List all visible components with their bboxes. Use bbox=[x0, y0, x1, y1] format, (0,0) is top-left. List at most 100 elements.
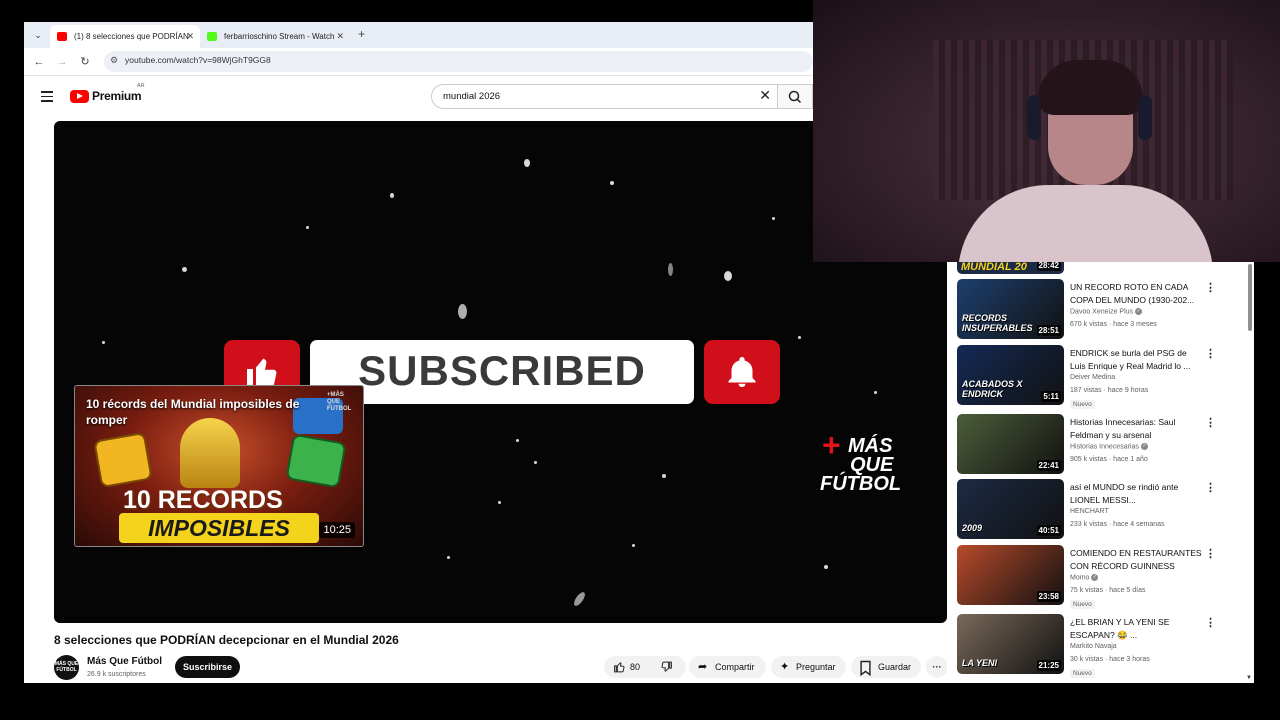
subscriber-count: 26.9 k suscriptores bbox=[87, 671, 146, 678]
verified-icon: ✓ bbox=[1091, 574, 1099, 581]
like-dislike-group: 80 bbox=[604, 656, 686, 678]
tab-kick-stream[interactable]: ferbarrioschino Stream - Watch ✕ bbox=[200, 25, 350, 48]
recommendation-title[interactable]: UN RECORD ROTO EN CADA COPA DEL MUNDO (1… bbox=[1070, 281, 1202, 306]
search-input[interactable]: mundial 2026 ✕ bbox=[431, 84, 778, 109]
tab-close-icon[interactable]: ✕ bbox=[186, 25, 194, 48]
tab-youtube[interactable]: (1) 8 selecciones que PODRÍAN ✕ bbox=[50, 25, 200, 48]
webcam-overlay bbox=[813, 0, 1280, 262]
share-label: Compartir bbox=[715, 662, 755, 672]
subscribed-text: SUBSCRIBED bbox=[358, 347, 646, 394]
tab-strip: ⌄ (1) 8 selecciones que PODRÍAN ✕ ferbar… bbox=[24, 22, 813, 48]
video-duration: 22:41 bbox=[1036, 460, 1061, 471]
channel-name[interactable]: Más Que Fútbol bbox=[87, 656, 162, 667]
recommendation-item[interactable]: 22:41 Historias Innecesarias: Saul Feldma… bbox=[957, 414, 1247, 476]
video-duration: 23:58 bbox=[1036, 591, 1061, 602]
headset-left bbox=[1027, 95, 1041, 140]
thumbnail-text: 2009 bbox=[962, 523, 983, 533]
channel-name: Deiver Medina bbox=[1070, 374, 1116, 381]
reload-icon[interactable]: ↻ bbox=[77, 54, 93, 70]
ask-label: Preguntar bbox=[796, 662, 836, 672]
dislike-icon[interactable] bbox=[660, 656, 673, 683]
verified-icon: ✓ bbox=[1140, 443, 1148, 450]
more-options-icon[interactable]: ⋮ bbox=[1205, 416, 1216, 429]
more-actions-button[interactable]: ··· bbox=[926, 656, 948, 678]
recommendation-meta: 30 k vistas · hace 3 horas bbox=[1070, 656, 1150, 663]
ask-button[interactable]: ✦ Preguntar bbox=[771, 656, 846, 678]
scrollbar-thumb[interactable] bbox=[1248, 264, 1252, 331]
back-icon[interactable]: ← bbox=[31, 54, 47, 70]
youtube-favicon-icon bbox=[57, 32, 67, 41]
recommendation-channel[interactable]: Historias Innecesarias ✓ bbox=[1070, 443, 1148, 450]
more-options-icon[interactable]: ⋮ bbox=[1205, 281, 1216, 294]
recommendation-item[interactable]: 2009 40:51 así el MUNDO se rindió ante LIO… bbox=[957, 479, 1247, 541]
recommendation-item[interactable]: LA YENI 21:25 ¿EL BRIAN Y LA YENI SE ESCAP… bbox=[957, 614, 1247, 678]
end-card-subheadline: IMPOSIBLES bbox=[119, 513, 319, 543]
search-button[interactable] bbox=[778, 84, 813, 109]
channel-avatar[interactable]: MÁS QUE FÚTBOL bbox=[54, 655, 79, 680]
recommendation-channel[interactable]: Deiver Medina bbox=[1070, 374, 1115, 381]
recommendation-meta: 75 k vistas · hace 5 días bbox=[1070, 587, 1146, 594]
recommendation-item[interactable]: RECORDS INSUPERABLES 28:51 UN RECORD ROTO … bbox=[957, 279, 1247, 341]
youtube-header: Premium AR mundial 2026 ✕ bbox=[24, 77, 813, 121]
video-title: 8 selecciones que PODRÍAN decepcionar en… bbox=[54, 633, 399, 647]
clear-search-icon[interactable]: ✕ bbox=[759, 87, 771, 104]
site-info-icon[interactable]: ⚙ bbox=[110, 55, 118, 66]
recommendation-thumbnail: 23:58 bbox=[957, 545, 1064, 605]
bell-icon bbox=[704, 340, 780, 404]
recommendation-channel[interactable]: Davoo Xeneize Plus ✓ bbox=[1070, 308, 1143, 315]
screen: ⌄ (1) 8 selecciones que PODRÍAN ✕ ferbar… bbox=[0, 0, 1280, 720]
channel-name: Markito Navaja bbox=[1070, 643, 1117, 650]
watermark-line3: FÚTBOL bbox=[820, 473, 902, 495]
recommendation-partial[interactable]: MUNDIAL 20 28:42 bbox=[957, 262, 1247, 274]
like-count: 80 bbox=[630, 662, 641, 672]
logo-text: Premium bbox=[92, 89, 142, 103]
plus-icon: + bbox=[822, 427, 841, 463]
end-card-logo: +MÁS QUE FÚTBOL bbox=[327, 392, 352, 412]
more-options-icon[interactable]: ⋮ bbox=[1205, 547, 1216, 560]
new-badge: Nuevo bbox=[1070, 669, 1095, 678]
tab-close-icon[interactable]: ✕ bbox=[336, 25, 344, 48]
new-badge: Nuevo bbox=[1070, 600, 1095, 609]
recommendation-thumbnail: 2009 40:51 bbox=[957, 479, 1064, 539]
thumbnail-text: MUNDIAL 20 bbox=[961, 262, 1027, 273]
forward-icon[interactable]: → bbox=[54, 54, 70, 70]
recommendation-title[interactable]: ¿EL BRIAN Y LA YENI SE ESCAPAN? 😂 ... bbox=[1070, 616, 1202, 641]
recommendation-title[interactable]: así el MUNDO se rindió ante LIONEL MESSI… bbox=[1070, 481, 1202, 506]
new-badge: Nuevo bbox=[1070, 400, 1095, 409]
recommendation-title[interactable]: ENDRICK se burla del PSG de Luis Enrique… bbox=[1070, 347, 1202, 372]
recommendation-thumbnail: MUNDIAL 20 28:42 bbox=[957, 262, 1064, 274]
share-button[interactable]: ➦ Compartir bbox=[689, 656, 766, 678]
youtube-logo[interactable]: Premium AR bbox=[70, 83, 145, 104]
recommendation-channel[interactable]: Momo ✓ bbox=[1070, 574, 1099, 581]
video-duration: 5:11 bbox=[1041, 391, 1061, 402]
country-code: AR bbox=[137, 83, 145, 89]
new-tab-button[interactable]: + bbox=[358, 26, 365, 42]
thumbnail-text: LA YENI bbox=[962, 658, 998, 668]
subscribe-button[interactable]: Suscribirse bbox=[175, 656, 240, 678]
end-card-title: 10 récords del Mundial imposibles de rom… bbox=[86, 397, 300, 427]
recommendation-item[interactable]: ACABADOS X ENDRICK 5:11 ENDRICK se burla d… bbox=[957, 345, 1247, 409]
recommendation-title[interactable]: COMIENDO EN RESTAURANTES CON RÉCORD GUIN… bbox=[1070, 547, 1202, 572]
recommendation-channel[interactable]: Markito Navaja bbox=[1070, 643, 1117, 650]
video-duration: 40:51 bbox=[1036, 525, 1061, 536]
like-icon[interactable] bbox=[613, 656, 626, 683]
recommendation-channel[interactable]: HENCHART bbox=[1070, 508, 1109, 515]
more-options-icon[interactable]: ⋮ bbox=[1205, 481, 1216, 494]
channel-name: Historias Innecesarias bbox=[1070, 443, 1139, 451]
recommendation-thumbnail: RECORDS INSUPERABLES 28:51 bbox=[957, 279, 1064, 339]
more-options-icon[interactable]: ⋮ bbox=[1205, 347, 1216, 360]
recommendation-title[interactable]: Historias Innecesarias: Saul Feldman y s… bbox=[1070, 416, 1202, 441]
end-card-duration: 10:25 bbox=[319, 522, 355, 538]
recommendation-meta: 905 k vistas · hace 1 año bbox=[1070, 456, 1148, 463]
more-options-icon[interactable]: ⋮ bbox=[1205, 616, 1216, 629]
search-icon bbox=[788, 90, 802, 104]
url-field[interactable]: ⚙ youtube.com/watch?v=98WjGhT9GG8 bbox=[104, 51, 813, 72]
end-screen-video-card[interactable]: 10 récords del Mundial imposibles de rom… bbox=[74, 385, 364, 547]
save-button[interactable]: Guardar bbox=[851, 656, 921, 678]
menu-icon[interactable] bbox=[41, 91, 53, 102]
tab-title: ferbarrioschino Stream - Watch bbox=[224, 32, 335, 41]
video-duration: 21:25 bbox=[1036, 660, 1061, 671]
headset-right bbox=[1138, 95, 1152, 140]
tab-search-button[interactable]: ⌄ bbox=[30, 27, 46, 43]
recommendation-item[interactable]: 23:58 COMIENDO EN RESTAURANTES CON RÉCORD… bbox=[957, 545, 1247, 609]
